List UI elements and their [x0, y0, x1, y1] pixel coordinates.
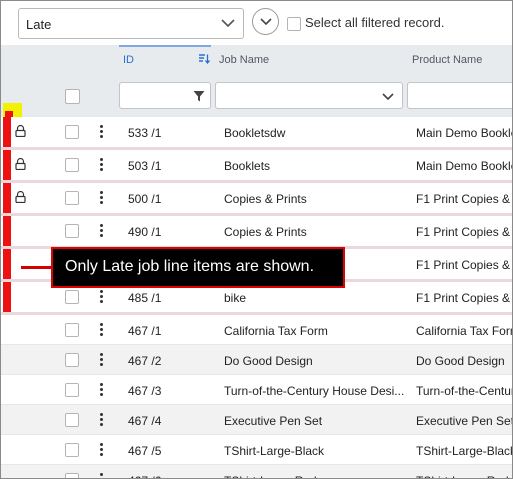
table-row[interactable]: 500 /1 Copies & Prints F1 Print Copies & P… — [1, 183, 512, 216]
row-checkbox[interactable] — [65, 224, 79, 238]
id-filter-input[interactable] — [119, 82, 211, 109]
cell-job-name: Turn-of-the-Century House Desi... — [224, 384, 405, 398]
cell-product-name: Main Demo Booklet — [416, 159, 513, 173]
cell-id: 467 /2 — [128, 354, 162, 368]
job-name-filter-select[interactable] — [215, 82, 403, 109]
row-menu-icon[interactable] — [99, 353, 105, 369]
row-checkbox[interactable] — [65, 443, 79, 457]
grid-header: ID Job Name Product Name — [1, 45, 512, 117]
table-row[interactable]: 467 /3 Turn-of-the-Century House Desi... T… — [1, 375, 513, 405]
late-filter-callout: Only Late job line items are shown. — [51, 247, 345, 288]
row-checkbox[interactable] — [65, 158, 79, 172]
cell-job-name: bike — [224, 291, 247, 305]
late-flag — [3, 117, 11, 147]
row-menu-icon[interactable] — [99, 224, 105, 240]
filter-icon[interactable] — [193, 90, 205, 102]
row-checkbox[interactable] — [65, 353, 79, 367]
row-menu-icon[interactable] — [99, 413, 105, 429]
cell-product-name: F1 Print Copies & Pr — [416, 192, 512, 206]
row-checkbox[interactable] — [65, 125, 79, 139]
row-menu-icon[interactable] — [99, 323, 105, 339]
row-menu-icon[interactable] — [99, 473, 105, 478]
row-checkbox[interactable] — [65, 473, 79, 478]
table-row[interactable]: 467 /2 Do Good Design Do Good Design — [1, 345, 512, 375]
callout-pointer — [21, 266, 54, 269]
id-sort-indicator — [119, 45, 211, 47]
cell-id: 500 /1 — [128, 192, 162, 206]
cell-product-name: Main Demo Booklet — [416, 126, 513, 140]
chevron-down-icon — [382, 93, 394, 101]
cell-id: 467 /5 — [128, 444, 162, 458]
cell-product-name: F1 Print Copies & Pr — [416, 258, 512, 272]
late-flag — [3, 183, 11, 213]
late-flag — [3, 216, 11, 246]
lock-icon — [15, 158, 26, 170]
row-checkbox[interactable] — [65, 323, 79, 337]
cell-product-name: F1 Print Copies & Pr — [416, 291, 512, 305]
status-filter-select[interactable]: Late — [18, 8, 244, 39]
lock-icon — [15, 191, 26, 203]
cell-id: 467 /3 — [128, 384, 162, 398]
cell-id: 467 /1 — [128, 324, 162, 338]
row-menu-icon[interactable] — [99, 443, 105, 459]
table-row[interactable]: 467 /1 California Tax Form California Tax … — [1, 315, 513, 345]
column-header-id[interactable]: ID — [123, 54, 134, 66]
cell-job-name: Booklets — [224, 159, 271, 173]
header-select-checkbox[interactable] — [65, 89, 80, 104]
cell-product-name: Do Good Design — [416, 354, 505, 368]
row-checkbox[interactable] — [65, 191, 79, 205]
column-header-product-name[interactable]: Product Name — [412, 54, 482, 66]
table-row[interactable]: 503 /1 Booklets Main Demo Booklet — [1, 150, 513, 183]
cell-job-name: California Tax Form — [224, 324, 328, 338]
cell-product-name: TShirt-Large-Black — [416, 444, 513, 458]
cell-job-name: Bookletsdw — [224, 126, 286, 140]
cell-product-name: California Tax Form — [416, 324, 513, 338]
cell-id: 467 /4 — [128, 414, 162, 428]
table-row[interactable]: 467 /4 Executive Pen Set Executive Pen Set — [1, 405, 513, 435]
cell-id: 467 /6 — [128, 474, 161, 478]
callout-text: Only Late job line items are shown. — [65, 258, 315, 275]
job-list-window: Late Select all filtered record. ID Job … — [0, 0, 513, 479]
cell-job-name: Copies & Prints — [224, 225, 307, 239]
cell-product-name: Executive Pen Set — [416, 414, 513, 428]
row-menu-icon[interactable] — [99, 158, 105, 174]
cell-id: 490 /1 — [128, 225, 162, 239]
chevron-down-icon — [260, 18, 272, 26]
table-row[interactable]: 467 /5 TShirt-Large-Black TShirt-Large-Bla… — [1, 435, 513, 465]
cell-job-name: TShirt-Large-Red — [224, 474, 406, 478]
cell-product-name: TShirt-Large-Red — [416, 474, 512, 478]
cell-id: 485 /1 — [128, 291, 162, 305]
row-checkbox[interactable] — [65, 290, 79, 304]
row-checkbox[interactable] — [65, 413, 79, 427]
cell-id: 533 /1 — [128, 126, 162, 140]
cell-product-name: Turn-of-the-Centur — [416, 384, 513, 398]
table-row[interactable]: 533 /1 Bookletsdw Main Demo Booklet — [1, 117, 513, 150]
row-menu-icon[interactable] — [99, 191, 105, 207]
chevron-down-icon — [221, 19, 235, 28]
product-name-filter-input[interactable] — [407, 82, 512, 109]
column-header-job-name[interactable]: Job Name — [219, 54, 269, 66]
filter-toolbar: Late Select all filtered record. — [1, 1, 512, 45]
row-checkbox[interactable] — [65, 383, 79, 397]
row-menu-icon[interactable] — [99, 383, 105, 399]
cell-product-name: F1 Print Copies & Pr — [416, 225, 512, 239]
cell-job-name: Do Good Design — [224, 354, 313, 368]
table-row[interactable]: 490 /1 Copies & Prints F1 Print Copies & P… — [1, 216, 512, 249]
row-menu-icon[interactable] — [99, 290, 105, 306]
row-menu-icon[interactable] — [99, 125, 105, 141]
late-flag — [3, 249, 11, 279]
late-flag — [3, 282, 11, 312]
select-all-checkbox[interactable] — [287, 17, 301, 31]
expand-filter-button[interactable] — [252, 8, 279, 35]
cell-job-name: Copies & Prints — [224, 192, 307, 206]
sort-descending-icon[interactable] — [198, 54, 210, 64]
cell-id: 503 /1 — [128, 159, 162, 173]
status-filter-value: Late — [26, 17, 52, 32]
lock-icon — [15, 125, 26, 137]
late-flag — [3, 150, 11, 180]
cell-job-name: TShirt-Large-Black — [224, 444, 325, 458]
table-row[interactable]: 467 /6 TShirt-Large-Red TShirt-Large-Red — [1, 465, 512, 478]
select-all-label: Select all filtered record. — [305, 15, 445, 30]
cell-job-name: Executive Pen Set — [224, 414, 323, 428]
